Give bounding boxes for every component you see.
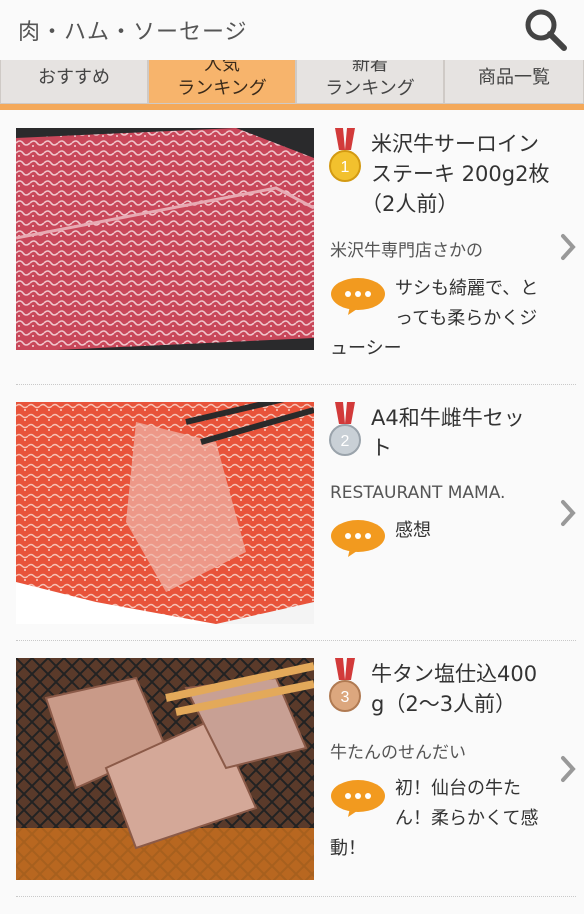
- silver-medal-icon: 2: [329, 402, 361, 456]
- svg-text:2: 2: [341, 433, 350, 450]
- svg-text:3: 3: [341, 689, 350, 706]
- app-header: 肉・ハム・ソーセージ: [0, 0, 584, 60]
- page-title: 肉・ハム・ソーセージ: [18, 20, 248, 45]
- gold-medal-icon: 1: [329, 128, 361, 182]
- chevron-right-icon[interactable]: [558, 232, 578, 262]
- beef-tongue-photo[interactable]: [16, 658, 314, 880]
- divider: [16, 640, 576, 641]
- review-comment: 感想: [395, 520, 431, 541]
- sirloin-steak-photo[interactable]: [16, 128, 314, 350]
- svg-text:1: 1: [341, 159, 350, 176]
- wagyu-set-photo[interactable]: [16, 402, 314, 624]
- search-icon[interactable]: [522, 6, 568, 52]
- shop-name: 牛たんのせんだい: [330, 743, 466, 763]
- ranking-item-1[interactable]: 1 米沢牛サーロイン ステーキ 200g2枚 （2人前） 米沢牛専門店さかの サ…: [0, 128, 584, 384]
- divider: [16, 896, 576, 897]
- comment-bubble-icon: [331, 780, 385, 817]
- tab-label: ランキング: [325, 78, 415, 99]
- shop-name: 米沢牛専門店さかの: [330, 241, 483, 261]
- product-name[interactable]: 牛タン塩仕込400 g（2〜3人前）: [371, 659, 571, 719]
- tab-product-list[interactable]: 商品一覧: [444, 60, 584, 104]
- tab-label: 商品一覧: [478, 67, 550, 88]
- tab-new-ranking[interactable]: 新着 ランキング: [296, 60, 444, 104]
- tab-bar: おすすめ 人気 ランキング 新着 ランキング 商品一覧: [0, 60, 584, 106]
- divider: [16, 384, 576, 385]
- shop-name: RESTAURANT MAMA.: [330, 483, 506, 503]
- tab-underline: [0, 104, 584, 110]
- bronze-medal-icon: 3: [329, 658, 361, 712]
- ranking-item-2[interactable]: 2 A4和牛雌牛セッ ト RESTAURANT MAMA. 感想: [0, 402, 584, 658]
- tab-label: おすすめ: [38, 67, 110, 88]
- tab-label: ランキング: [177, 78, 267, 99]
- tab-popular-ranking[interactable]: 人気 ランキング: [148, 60, 296, 104]
- review-comment: サシも綺麗で、と っても柔らかくジ ューシー: [330, 278, 539, 359]
- product-name[interactable]: 米沢牛サーロイン ステーキ 200g2枚 （2人前）: [361, 129, 571, 219]
- ranking-item-3[interactable]: 3 牛タン塩仕込400 g（2〜3人前） 牛たんのせんだい 初！仙台の牛た ん！…: [0, 658, 584, 914]
- comment-bubble-icon: [331, 278, 385, 315]
- comment-bubble-icon: [331, 520, 385, 557]
- tab-recommended[interactable]: おすすめ: [0, 60, 148, 104]
- product-name[interactable]: A4和牛雌牛セッ ト: [371, 403, 571, 463]
- review-comment: 初！仙台の牛た ん！柔らかくて感 動！: [330, 778, 539, 859]
